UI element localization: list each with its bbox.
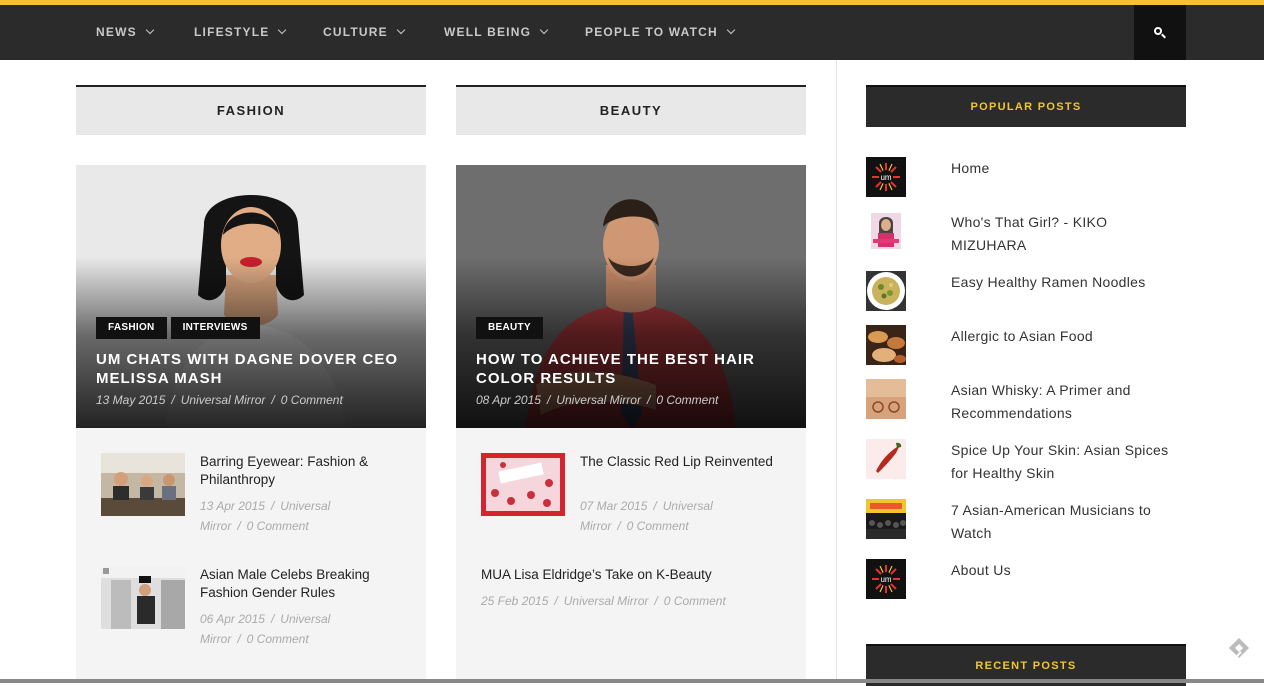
post-thumbnail[interactable]: um (866, 157, 906, 197)
meta-separator: / (237, 632, 241, 646)
chevron-down-icon (539, 25, 549, 35)
meta-separator: / (171, 393, 175, 407)
meta-separator: / (646, 393, 651, 407)
nav-item-culture[interactable]: CULTURE (323, 5, 406, 60)
post-author[interactable]: Universal Mirror (181, 393, 266, 407)
featured-meta: 08 Apr 2015 / Universal Mirror / 0 Comment (476, 393, 718, 407)
post-thumbnail[interactable] (481, 453, 565, 516)
post-thumbnail[interactable] (101, 566, 185, 629)
search-icon-handle (1161, 33, 1166, 39)
post-comments[interactable]: 0 Comment (247, 519, 309, 533)
post-date: 13 Apr 2015 (200, 499, 265, 513)
popular-post-link[interactable]: Allergic to Asian Food (951, 325, 1186, 348)
post-thumbnail[interactable] (866, 211, 906, 251)
featured-post-beauty[interactable]: BEAUTY HOW TO ACHIEVE THE BEST HAIR COLO… (456, 165, 806, 428)
main-navigation: NEWS LIFESTYLE CULTURE WELL BEING PEOPLE… (0, 5, 1264, 60)
post-date: 08 Apr 2015 (476, 393, 541, 407)
post-title[interactable]: The Classic Red Lip Reinvented (580, 453, 780, 471)
featured-title[interactable]: UM CHATS WITH DAGNE DOVER CEO MELISSA MA… (96, 350, 406, 388)
sidebar-divider (836, 60, 837, 683)
popular-post-link[interactable]: Spice Up Your Skin: Asian Spices for Hea… (951, 439, 1186, 485)
post-date: 06 Apr 2015 (200, 612, 265, 626)
post-comments[interactable]: 0 Comment (627, 519, 689, 533)
post-meta: 06 Apr 2015/Universal Mirror/0 Comment (200, 609, 360, 649)
post-comments[interactable]: 0 Comment (247, 632, 309, 646)
post-thumbnail[interactable]: um (866, 559, 906, 599)
post-thumbnail[interactable] (101, 453, 185, 516)
post-author[interactable]: Universal Mirror (564, 594, 649, 608)
nav-item-well-being[interactable]: WELL BEING (444, 5, 549, 60)
tag-beauty[interactable]: BEAUTY (476, 317, 543, 339)
popular-post-link[interactable]: About Us (951, 559, 1186, 582)
nav-label: WELL BEING (444, 25, 532, 39)
popular-post-link[interactable]: Who's That Girl? - KIKO MIZUHARA (951, 211, 1186, 257)
meta-separator: / (270, 612, 275, 626)
chevron-down-icon (396, 25, 406, 35)
meta-separator: / (653, 499, 657, 513)
image-overlay (456, 165, 806, 428)
post-date: 07 Mar 2015 (580, 499, 648, 513)
nav-label: CULTURE (323, 25, 388, 39)
post-meta: 13 Apr 2015/Universal Mirror/0 Comment (200, 496, 360, 536)
meta-separator: / (271, 393, 275, 407)
popular-post-link[interactable]: 7 Asian-American Musicians to Watch (951, 499, 1186, 545)
svg-text:um: um (880, 173, 891, 182)
post-date: 25 Feb 2015 (481, 594, 549, 608)
nav-item-news[interactable]: NEWS (96, 5, 155, 60)
post-thumbnail[interactable] (866, 379, 906, 419)
chevron-down-icon (726, 25, 736, 35)
meta-separator: / (546, 393, 551, 407)
list-item: Barring Eyewear: Fashion & Philanthropy … (101, 453, 401, 543)
post-thumbnail[interactable] (866, 439, 906, 479)
post-meta: 07 Mar 2015/Universal Mirror/0 Comment (580, 496, 740, 536)
svg-text:um: um (880, 575, 891, 584)
search-button[interactable] (1134, 5, 1186, 60)
chevron-down-icon (145, 25, 155, 35)
post-title[interactable]: Barring Eyewear: Fashion & Philanthropy (200, 453, 400, 489)
popular-post-link[interactable]: Home (951, 157, 1186, 180)
featured-post-fashion[interactable]: FASHION INTERVIEWS UM CHATS WITH DAGNE D… (76, 165, 426, 428)
meta-separator: / (554, 594, 558, 608)
nav-label: NEWS (96, 25, 137, 39)
post-thumbnail[interactable] (866, 271, 906, 311)
post-title[interactable]: Asian Male Celebs Breaking Fashion Gende… (200, 566, 400, 602)
post-list-beauty: The Classic Red Lip Reinvented 07 Mar 20… (456, 428, 806, 683)
post-date: 13 May 2015 (96, 393, 166, 407)
bottom-border (0, 679, 1264, 683)
image-overlay (76, 165, 426, 428)
tag-list: FASHION INTERVIEWS (96, 317, 260, 339)
post-comments[interactable]: 0 Comment (664, 594, 726, 608)
chevron-down-icon (278, 25, 287, 35)
featured-title[interactable]: HOW TO ACHIEVE THE BEST HAIR COLOR RESUL… (476, 350, 786, 388)
popular-post-link[interactable]: Easy Healthy Ramen Noodles (951, 271, 1186, 294)
meta-separator: / (237, 519, 241, 533)
list-item: MUA Lisa Eldridge’s Take on K-Beauty 25 … (481, 566, 781, 616)
post-title[interactable]: MUA Lisa Eldridge’s Take on K-Beauty (481, 566, 781, 584)
featured-meta: 13 May 2015 / Universal Mirror / 0 Comment (96, 393, 343, 407)
nav-item-people-to-watch[interactable]: PEOPLE TO WATCH (585, 5, 736, 60)
section-heading-beauty[interactable]: BEAUTY (456, 85, 806, 135)
post-comments[interactable]: 0 Comment (656, 393, 718, 407)
popular-posts-heading: POPULAR POSTS (866, 85, 1186, 127)
post-thumbnail[interactable] (866, 499, 906, 539)
feedly-icon[interactable] (1227, 636, 1251, 660)
post-author[interactable]: Universal Mirror (556, 393, 641, 407)
post-list-fashion: Barring Eyewear: Fashion & Philanthropy … (76, 428, 426, 683)
tag-list: BEAUTY (476, 317, 543, 339)
nav-label: LIFESTYLE (194, 25, 270, 39)
list-item: The Classic Red Lip Reinvented 07 Mar 20… (481, 453, 781, 543)
tag-interviews[interactable]: INTERVIEWS (170, 317, 260, 339)
popular-post-link[interactable]: Asian Whisky: A Primer and Recommendatio… (951, 379, 1186, 425)
list-item: Asian Male Celebs Breaking Fashion Gende… (101, 566, 401, 656)
section-heading-fashion[interactable]: FASHION (76, 85, 426, 135)
tag-fashion[interactable]: FASHION (96, 317, 167, 339)
post-meta: 25 Feb 2015 / Universal Mirror / 0 Comment (481, 591, 781, 611)
post-comments[interactable]: 0 Comment (281, 393, 343, 407)
nav-label: PEOPLE TO WATCH (585, 25, 718, 39)
meta-separator: / (654, 594, 658, 608)
meta-separator: / (617, 519, 621, 533)
post-thumbnail[interactable] (866, 325, 906, 365)
meta-separator: / (270, 499, 275, 513)
nav-item-lifestyle[interactable]: LIFESTYLE (194, 5, 287, 60)
